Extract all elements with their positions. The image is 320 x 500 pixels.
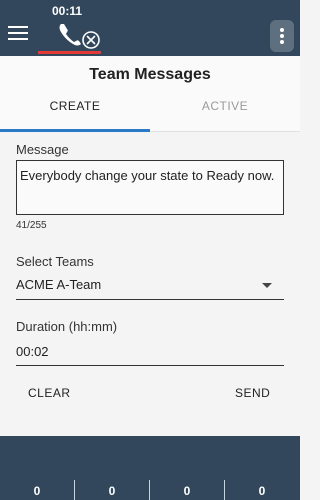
menu-icon[interactable] xyxy=(8,26,28,42)
duration-input[interactable]: 00:02 xyxy=(16,340,284,366)
stat-value: 0 xyxy=(108,484,116,498)
message-textarea[interactable]: Everybody change your state to Ready now… xyxy=(16,160,284,215)
dropdown-caret-icon xyxy=(262,283,272,288)
duration-value: 00:02 xyxy=(16,344,49,359)
tab-active[interactable]: ACTIVE xyxy=(150,99,300,113)
send-button[interactable]: SEND xyxy=(235,386,270,400)
duration-label: Duration (hh:mm) xyxy=(16,319,118,334)
phone-hangup-icon[interactable] xyxy=(56,20,102,52)
stat-value: 0 xyxy=(183,484,191,498)
select-teams-label: Select Teams xyxy=(16,254,94,269)
create-message-form: Message Everybody change your state to R… xyxy=(0,132,300,436)
teams-select-value: ACME A-Team xyxy=(16,277,102,292)
call-timer: 00:11 xyxy=(52,4,83,18)
messages-header: Team Messages CREATE ACTIVE xyxy=(0,56,300,132)
teams-select[interactable]: ACME A-Team xyxy=(16,274,284,300)
page-title: Team Messages xyxy=(89,66,211,83)
character-counter: 41/255 xyxy=(16,220,47,231)
clear-button[interactable]: CLEAR xyxy=(28,386,71,400)
stat-value: 0 xyxy=(33,484,41,498)
tab-create[interactable]: CREATE xyxy=(0,99,150,113)
active-call-indicator xyxy=(38,51,101,54)
top-app-bar: 00:11 xyxy=(0,0,300,56)
more-vert-icon[interactable] xyxy=(270,20,294,52)
message-label: Message xyxy=(16,142,69,157)
stat-value: 0 xyxy=(258,484,266,498)
bottom-stats-bar: 0 0 0 0 xyxy=(0,436,300,500)
